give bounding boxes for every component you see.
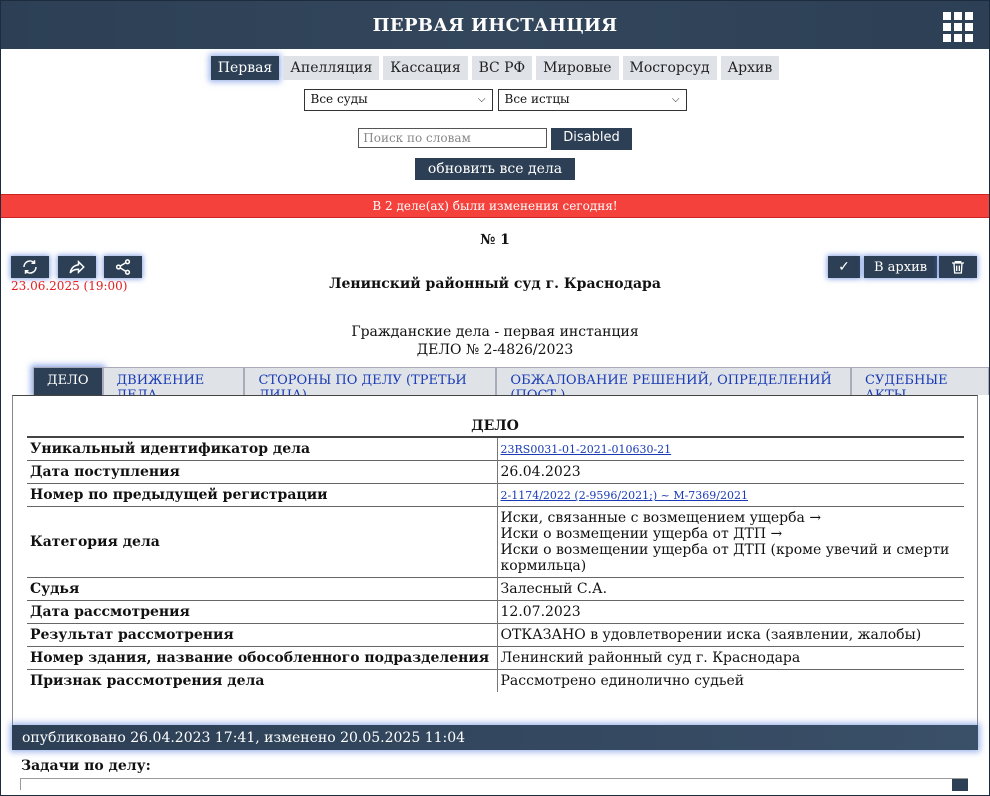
table-row: Номер по предыдущей регистрации 2-1174/2… [27,483,964,507]
row-label: Дата поступления [27,460,497,484]
table-row: Признак рассмотрения дела Рассмотрено ед… [27,669,964,692]
tab-appeals[interactable]: ОБЖАЛОВАНИЕ РЕШЕНИЙ, ОПРЕДЕЛЕНИЙ (ПОСТ.) [496,367,852,403]
chevron-down-icon: ⌵ [477,94,486,105]
court-tab-cassation[interactable]: Кассация [383,56,468,80]
archive-button[interactable]: В архив [864,256,938,278]
plaintiff-select[interactable]: Все истцы ⌵ [497,89,687,111]
tasks-list[interactable] [20,778,968,791]
case-id: ДЕЛО № 2-4826/2023 [416,342,574,358]
plaintiff-select-value: Все истцы [504,92,570,106]
court-tabs: Первая Апелляция Кассация ВС РФ Мировые … [1,56,989,80]
disabled-button[interactable]: Disabled [551,128,632,150]
scrollbar[interactable] [952,779,968,791]
row-label: Дата рассмотрения [27,600,497,624]
row-value: 23RS0031-01-2021-010630-21 [496,436,964,461]
court-select-value: Все суды [310,92,368,106]
row-value: Рассмотрено единолично судьей [496,669,964,692]
table-row: Дата рассмотрения 12.07.2023 [27,600,964,624]
category-line: Иски о возмещении ущерба от ДТП → [500,526,783,542]
case-uid-link[interactable]: 23RS0031-01-2021-010630-21 [501,443,672,456]
alert-banner: В 2 деле(ах) были изменения сегодня! [1,194,989,218]
case-panel: ДЕЛО Уникальный идентификатор дела 23RS0… [12,395,978,726]
page-title: ПЕРВАЯ ИНСТАНЦИЯ [372,14,618,36]
case-card: № 1 23.06.2025 (19:00) Ленинский районны… [1,218,989,791]
row-label: Результат рассмотрения [27,623,497,647]
share-button[interactable] [104,256,142,278]
table-row: Дата поступления 26.04.2023 [27,460,964,484]
table-row: Результат рассмотрения ОТКАЗАНО в удовле… [27,623,964,647]
share-forward-icon [69,259,85,275]
court-tab-supreme[interactable]: ВС РФ [471,56,533,80]
row-label: Номер по предыдущей регистрации [27,483,497,507]
filters: Все суды ⌵ Все истцы ⌵ [1,89,989,111]
row-value: Иски, связанные с возмещением ущерба → И… [496,506,964,578]
header-bar: ПЕРВАЯ ИНСТАНЦИЯ [1,1,989,49]
row-value: 26.04.2023 [496,460,964,484]
court-tab-magistrate[interactable]: Мировые [536,56,619,80]
check-button[interactable]: ✓ [828,256,860,278]
row-value: Ленинский районный суд г. Краснодара [496,646,964,670]
row-value: 12.07.2023 [496,600,964,624]
refresh-all-button[interactable]: обновить все дела [414,158,576,180]
court-tab-archive[interactable]: Архив [720,56,780,80]
trash-icon [952,261,964,274]
court-tab-first[interactable]: Первая [210,56,280,80]
refresh-case-button[interactable] [11,256,49,278]
publish-info-bar: опубликовано 26.04.2023 17:41, изменено … [12,725,978,750]
case-info-table: Уникальный идентификатор дела 23RS0031-0… [27,436,964,692]
tab-parties[interactable]: СТОРОНЫ ПО ДЕЛУ (ТРЕТЬИ ЛИЦА) [244,367,497,403]
tab-acts[interactable]: СУДЕБНЫЕ АКТЫ [851,367,989,403]
table-row: Уникальный идентификатор дела 23RS0031-0… [27,436,964,461]
table-row: Номер здания, название обособленного под… [27,646,964,670]
table-row: Категория дела Иски, связанные с возмеще… [27,506,964,578]
court-name: Ленинский районный суд г. Краснодара [329,276,661,292]
forward-button[interactable] [58,256,96,278]
row-value: 2-1174/2022 (2-9596/2021;) ~ М-7369/2021 [496,483,964,507]
app-window: ПЕРВАЯ ИНСТАНЦИЯ Первая Апелляция Кассац… [0,0,990,796]
court-select[interactable]: Все суды ⌵ [303,89,493,111]
search-row: Поиск по словам Disabled [1,128,989,150]
refresh-icon [23,260,37,274]
row-value: Залесный С.А. [496,577,964,601]
delete-button[interactable] [939,256,977,278]
search-input[interactable]: Поиск по словам [358,128,548,148]
panel-title: ДЕЛО [471,418,519,434]
prev-reg-link[interactable]: 2-1174/2022 (2-9596/2021;) ~ М-7369/2021 [501,489,749,502]
row-label: Уникальный идентификатор дела [27,436,497,461]
row-label: Судья [27,577,497,601]
tab-movement[interactable]: ДВИЖЕНИЕ ДЕЛА [102,367,245,403]
court-tab-appeal[interactable]: Апелляция [283,56,380,80]
category-line: Иски о возмещении ущерба от ДТП (кроме у… [500,542,950,574]
tasks-label: Задачи по делу: [21,758,151,774]
case-tabs: ДЕЛО ДВИЖЕНИЕ ДЕЛА СТОРОНЫ ПО ДЕЛУ (ТРЕТ… [33,367,989,403]
row-label: Категория дела [27,506,497,578]
apps-grid-icon[interactable] [943,12,973,42]
chevron-down-icon: ⌵ [671,94,680,105]
row-label: Номер здания, название обособленного под… [27,646,497,670]
category-line: Иски, связанные с возмещением ущерба → [500,510,822,526]
case-type: Гражданские дела - первая инстанция [351,324,639,340]
row-label: Признак рассмотрения дела [27,669,497,692]
share-icon [115,259,131,275]
tab-case[interactable]: ДЕЛО [33,367,103,395]
table-row: Судья Залесный С.А. [27,577,964,601]
case-number: № 1 [480,232,510,248]
row-value: ОТКАЗАНО в удовлетворении иска (заявлени… [496,623,964,647]
court-tab-mosgorsud[interactable]: Мосгорсуд [622,56,717,80]
